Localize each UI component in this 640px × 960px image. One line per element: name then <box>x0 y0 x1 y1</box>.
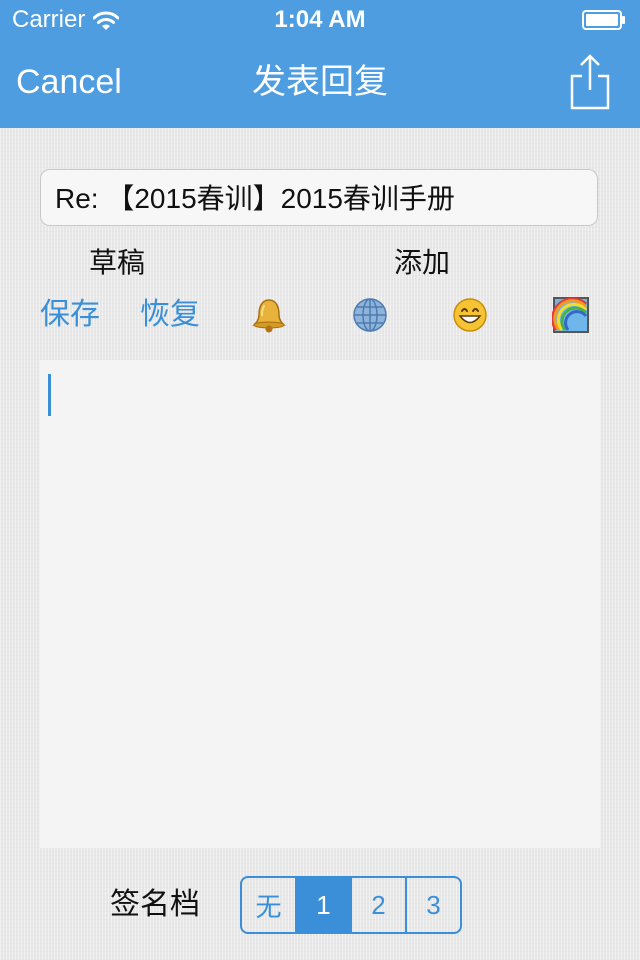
signature-option-1[interactable]: 1 <box>297 878 352 932</box>
header: Carrier 1:04 AM Cancel 发表回复 <box>0 0 640 128</box>
signature-option-2[interactable]: 2 <box>352 878 407 932</box>
status-time: 1:04 AM <box>274 6 366 33</box>
reply-content-textarea[interactable] <box>40 360 600 848</box>
signature-label: 签名档 <box>110 888 200 921</box>
cancel-button[interactable]: Cancel <box>16 62 122 102</box>
signature-option-3[interactable]: 3 <box>407 878 460 932</box>
share-icon <box>570 54 610 110</box>
bell-icon[interactable] <box>250 296 288 334</box>
text-cursor <box>48 374 51 416</box>
nav-bar: Cancel 发表回复 <box>0 40 640 128</box>
restore-draft-button[interactable]: 恢复 <box>140 296 200 334</box>
save-draft-button[interactable]: 保存 <box>40 296 100 334</box>
rainbow-image-icon[interactable] <box>552 296 590 334</box>
battery-icon <box>582 10 626 30</box>
share-button[interactable] <box>568 54 612 110</box>
signature-segmented-control: 无 1 2 3 <box>240 876 462 934</box>
signature-option-none[interactable]: 无 <box>242 878 297 932</box>
add-label: 添加 <box>394 247 451 278</box>
status-bar: Carrier 1:04 AM <box>0 0 640 40</box>
smiley-icon[interactable] <box>451 296 489 334</box>
subject-input[interactable]: Re: 【2015春训】2015春训手册 <box>40 169 598 226</box>
globe-icon[interactable] <box>351 296 389 334</box>
draft-label: 草稿 <box>89 247 146 278</box>
